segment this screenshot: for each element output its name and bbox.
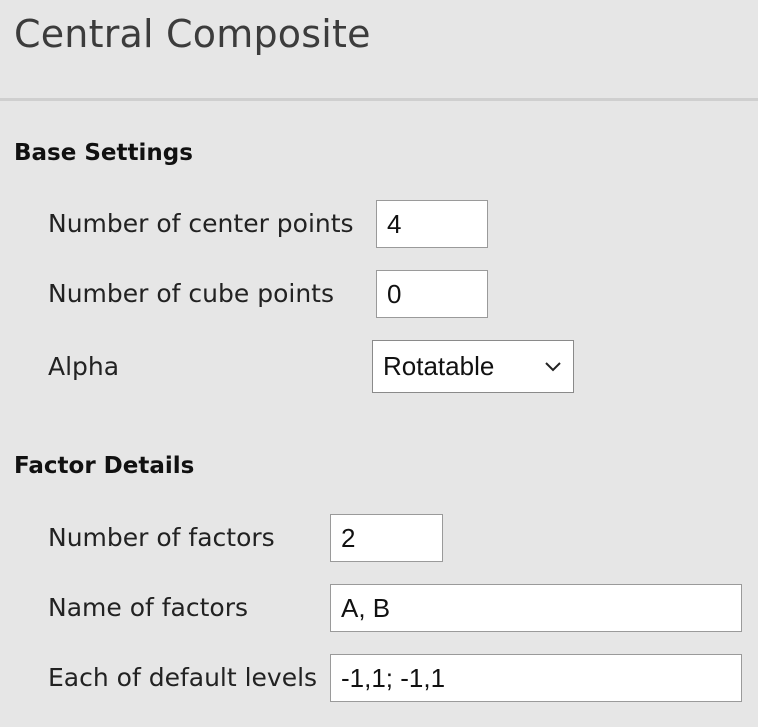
alpha-label: Alpha [48, 352, 120, 381]
alpha-select[interactable]: Rotatable [372, 340, 574, 393]
base-settings-heading: Base Settings [14, 140, 193, 166]
num-factors-input[interactable] [330, 514, 443, 562]
cube-points-label: Number of cube points [48, 279, 334, 308]
page-title: Central Composite [14, 12, 371, 56]
center-points-input[interactable] [376, 200, 488, 248]
default-levels-input[interactable] [330, 654, 742, 702]
factor-details-heading: Factor Details [14, 453, 195, 479]
factor-names-input[interactable] [330, 584, 742, 632]
title-divider [0, 98, 758, 101]
num-factors-label: Number of factors [48, 523, 275, 552]
alpha-selected-value: Rotatable [383, 351, 495, 381]
factor-names-label: Name of factors [48, 593, 249, 622]
chevron-down-icon [543, 360, 563, 374]
default-levels-label: Each of default levels [48, 663, 318, 692]
center-points-label: Number of center points [48, 209, 354, 238]
cube-points-input[interactable] [376, 270, 488, 318]
